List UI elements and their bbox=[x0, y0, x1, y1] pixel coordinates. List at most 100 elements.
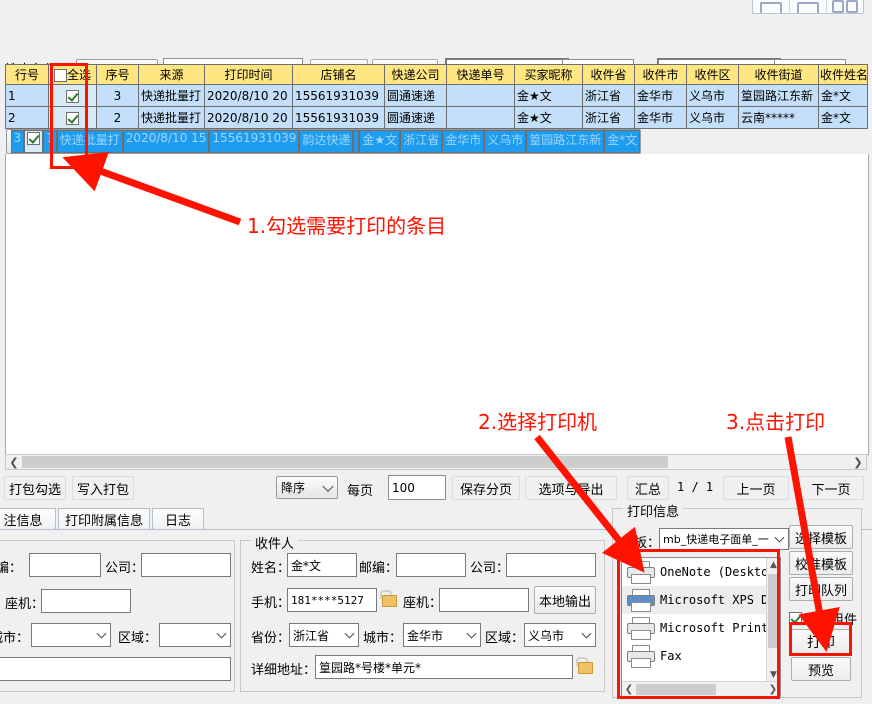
col-header-district[interactable]: 收件区 bbox=[687, 65, 739, 85]
col-header-buyer[interactable]: 买家昵称 bbox=[515, 65, 583, 85]
receiver-mobile-input[interactable]: 181****5127 bbox=[287, 588, 377, 612]
col-header-company[interactable]: 快递公司 bbox=[385, 65, 447, 85]
receiver-district-select[interactable]: 义乌市 bbox=[524, 623, 596, 647]
lock-icon[interactable] bbox=[380, 590, 396, 605]
receiver-landline-input[interactable] bbox=[439, 588, 529, 612]
official-component-checkbox[interactable]: 官方组件 bbox=[789, 609, 857, 628]
col-header-shop[interactable]: 店铺名 bbox=[293, 65, 385, 85]
sender-postcode-label: 编： bbox=[0, 557, 22, 576]
row-checkbox[interactable] bbox=[66, 112, 79, 125]
pack-select-button[interactable]: 打包勾选 bbox=[4, 476, 66, 500]
sort-order-select[interactable]: 降序 bbox=[276, 476, 338, 499]
receiver-address-input[interactable]: 篁园路*号楼*单元* bbox=[315, 655, 573, 679]
tab-print-attachment-info[interactable]: 打印附属信息 bbox=[58, 508, 150, 530]
scroll-right-icon[interactable]: ❯ bbox=[850, 455, 866, 469]
cell-source: 快递批量打 bbox=[57, 130, 123, 153]
prev-page-button[interactable]: 上一页 bbox=[723, 476, 789, 500]
printer-list-vscrollbar[interactable]: ▲ ▼ bbox=[766, 558, 780, 682]
table-body: 1 3 快递批量打 2020/8/10 20 15561931039 圆通速递 … bbox=[6, 85, 868, 130]
options-export-button[interactable]: 选项与导出 bbox=[525, 476, 617, 500]
hscroll-thumb[interactable] bbox=[636, 684, 716, 695]
receiver-name-input[interactable]: 金*文 bbox=[287, 553, 357, 577]
col-header-city[interactable]: 收件市 bbox=[635, 65, 687, 85]
col-header-street[interactable]: 收件街道 bbox=[739, 65, 819, 85]
save-paging-button[interactable]: 保存分页 bbox=[452, 476, 520, 500]
printer-list[interactable]: OneNote (Desktop) Microsoft XPS Docume M… bbox=[621, 557, 781, 697]
lock-icon[interactable] bbox=[576, 657, 592, 672]
printer-list-item[interactable]: Microsoft XPS Docume bbox=[622, 586, 780, 614]
save-paging-label: 保存分页 bbox=[460, 479, 512, 498]
printer-list-item[interactable]: OneNote (Desktop) bbox=[622, 558, 780, 586]
scroll-left-icon[interactable]: ❮ bbox=[6, 455, 22, 469]
toolbar-icon-3[interactable] bbox=[827, 0, 863, 14]
select-all-checkbox[interactable] bbox=[54, 69, 67, 82]
sender-district-select[interactable] bbox=[159, 623, 231, 647]
col-header-source[interactable]: 来源 bbox=[139, 65, 205, 85]
sender-postcode-input[interactable] bbox=[29, 553, 101, 577]
toolbar-icon-2[interactable] bbox=[790, 0, 827, 14]
sender-city-select[interactable] bbox=[31, 623, 111, 647]
select-template-button[interactable]: 选择模板 bbox=[789, 525, 853, 549]
page-indicator: 1 / 1 bbox=[677, 480, 713, 494]
receiver-province-label: 省份： bbox=[251, 627, 290, 646]
receiver-province-select[interactable]: 浙江省 bbox=[289, 623, 359, 647]
col-header-row-no[interactable]: 行号 bbox=[6, 65, 49, 85]
cell-waybill bbox=[447, 107, 515, 129]
write-pack-button[interactable]: 写入打包 bbox=[72, 476, 134, 500]
sender-address-input[interactable] bbox=[0, 657, 231, 681]
row-checkbox-cell[interactable] bbox=[49, 85, 97, 107]
row-checkbox[interactable] bbox=[27, 132, 40, 145]
top-toolbar bbox=[752, 0, 864, 14]
calibrate-template-button[interactable]: 校准模板 bbox=[789, 551, 853, 575]
printer-list-hscrollbar[interactable]: ❮ ❯ bbox=[622, 681, 780, 696]
table-row[interactable]: 1 3 快递批量打 2020/8/10 20 15561931039 圆通速递 … bbox=[6, 85, 868, 107]
table-row[interactable]: 2 2 快递批量打 2020/8/10 20 15561931039 圆通速递 … bbox=[6, 107, 868, 129]
scroll-left-icon[interactable]: ❮ bbox=[622, 684, 636, 695]
col-header-print-time[interactable]: 打印时间 bbox=[205, 65, 293, 85]
printer-list-item[interactable]: Microsoft Print to P bbox=[622, 614, 780, 642]
per-page-value: 100 bbox=[392, 481, 415, 495]
sender-company-input[interactable] bbox=[141, 553, 231, 577]
table-row[interactable]: 3 1 快递批量打 2020/8/10 15 15561931039 韵达快递 … bbox=[6, 129, 642, 154]
col-header-seq[interactable]: 序号 bbox=[97, 65, 139, 85]
printer-list-item[interactable]: Fax bbox=[622, 642, 780, 670]
print-button[interactable]: 打印 bbox=[791, 629, 851, 655]
per-page-input[interactable]: 100 bbox=[388, 475, 446, 500]
printer-name: OneNote (Desktop) bbox=[660, 565, 781, 579]
row-checkbox-cell[interactable] bbox=[49, 107, 97, 129]
vscroll-thumb[interactable] bbox=[768, 574, 778, 648]
col-header-name[interactable]: 收件姓名 bbox=[819, 65, 868, 85]
print-queue-button[interactable]: 打印队列 bbox=[789, 577, 853, 601]
scroll-right-icon[interactable]: ❯ bbox=[766, 684, 780, 695]
template-select[interactable]: mb_快递电子面单_一 bbox=[659, 528, 789, 550]
cell-shop: 15561931039 bbox=[209, 130, 299, 153]
summary-button[interactable]: 汇总 bbox=[627, 476, 669, 500]
app-window: 搜索条件： 通用 查询 批量查询 2020年 7月28日 00:00 到 202… bbox=[0, 0, 872, 704]
tab-log[interactable]: 日志 bbox=[152, 508, 204, 530]
local-output-button[interactable]: 本地输出 bbox=[534, 586, 596, 614]
row-checkbox-cell[interactable] bbox=[24, 130, 43, 153]
next-page-button[interactable]: 下一页 bbox=[798, 476, 864, 500]
toolbar-icon-1[interactable] bbox=[753, 0, 790, 14]
scroll-up-icon[interactable]: ▲ bbox=[767, 558, 780, 572]
annotation-step-3: 3.点击打印 bbox=[726, 406, 825, 435]
row-checkbox[interactable] bbox=[66, 90, 79, 103]
sender-panel: 编： 公司： 座机： 城市： 区域： bbox=[0, 540, 235, 692]
col-header-select-all[interactable]: 全选 bbox=[49, 65, 97, 85]
receiver-city-select[interactable]: 金华市 bbox=[403, 623, 481, 647]
receiver-mobile-label: 手机： bbox=[251, 592, 290, 611]
options-export-label: 选项与导出 bbox=[538, 479, 603, 498]
col-header-province[interactable]: 收件省 bbox=[583, 65, 635, 85]
scroll-down-icon[interactable]: ▼ bbox=[767, 668, 780, 682]
receiver-company-input[interactable] bbox=[506, 553, 596, 577]
cell-province: 浙江省 bbox=[583, 85, 635, 107]
tab-label: 注信息 bbox=[3, 510, 42, 529]
receiver-postcode-input[interactable] bbox=[396, 553, 466, 577]
sender-landline-input[interactable] bbox=[41, 589, 131, 613]
hscroll-thumb[interactable] bbox=[22, 456, 668, 468]
preview-button[interactable]: 预览 bbox=[791, 657, 851, 681]
col-header-waybill[interactable]: 快递单号 bbox=[447, 65, 515, 85]
receiver-province-value: 浙江省 bbox=[293, 627, 329, 644]
table-hscrollbar[interactable]: ❮ ❯ bbox=[5, 454, 867, 470]
tab-remark-info[interactable]: 注信息 bbox=[0, 508, 56, 530]
